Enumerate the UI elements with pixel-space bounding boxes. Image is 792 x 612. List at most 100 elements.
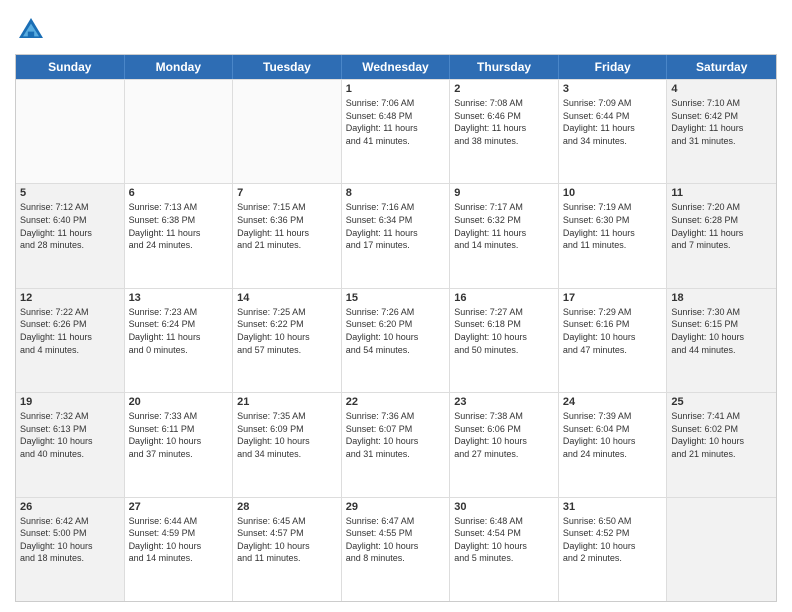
cal-cell [16,80,125,183]
cell-info: Sunrise: 7:41 AM Sunset: 6:02 PM Dayligh… [671,410,772,460]
day-number: 8 [346,187,446,199]
cal-cell: 18 Sunrise: 7:30 AM Sunset: 6:15 PM Dayli… [667,289,776,392]
day-number: 30 [454,501,554,513]
cal-cell: 5 Sunrise: 7:12 AM Sunset: 6:40 PM Daylig… [16,184,125,287]
logo [15,14,51,46]
day-number: 4 [671,83,772,95]
cell-info: Sunrise: 7:36 AM Sunset: 6:07 PM Dayligh… [346,410,446,460]
cell-info: Sunrise: 6:44 AM Sunset: 4:59 PM Dayligh… [129,515,229,565]
cell-info: Sunrise: 7:23 AM Sunset: 6:24 PM Dayligh… [129,306,229,356]
cell-info: Sunrise: 6:42 AM Sunset: 5:00 PM Dayligh… [20,515,120,565]
cal-header-monday: Monday [125,55,234,79]
cal-cell: 17 Sunrise: 7:29 AM Sunset: 6:16 PM Dayli… [559,289,668,392]
cal-cell: 27 Sunrise: 6:44 AM Sunset: 4:59 PM Dayli… [125,498,234,601]
cal-cell [233,80,342,183]
day-number: 12 [20,292,120,304]
cell-info: Sunrise: 7:30 AM Sunset: 6:15 PM Dayligh… [671,306,772,356]
cell-info: Sunrise: 6:50 AM Sunset: 4:52 PM Dayligh… [563,515,663,565]
cal-row-5: 26 Sunrise: 6:42 AM Sunset: 5:00 PM Dayli… [16,497,776,601]
calendar-body: 1 Sunrise: 7:06 AM Sunset: 6:48 PM Daylig… [16,79,776,601]
cal-header-thursday: Thursday [450,55,559,79]
cal-cell: 6 Sunrise: 7:13 AM Sunset: 6:38 PM Daylig… [125,184,234,287]
cell-info: Sunrise: 7:33 AM Sunset: 6:11 PM Dayligh… [129,410,229,460]
day-number: 21 [237,396,337,408]
cell-info: Sunrise: 7:16 AM Sunset: 6:34 PM Dayligh… [346,201,446,251]
cell-info: Sunrise: 6:48 AM Sunset: 4:54 PM Dayligh… [454,515,554,565]
day-number: 16 [454,292,554,304]
cal-cell: 24 Sunrise: 7:39 AM Sunset: 6:04 PM Dayli… [559,393,668,496]
day-number: 27 [129,501,229,513]
cal-row-3: 12 Sunrise: 7:22 AM Sunset: 6:26 PM Dayli… [16,288,776,392]
cell-info: Sunrise: 7:39 AM Sunset: 6:04 PM Dayligh… [563,410,663,460]
cal-cell: 31Sunrise: 6:50 AM Sunset: 4:52 PM Dayli… [559,498,668,601]
day-number: 26 [20,501,120,513]
day-number: 22 [346,396,446,408]
cell-info: Sunrise: 7:35 AM Sunset: 6:09 PM Dayligh… [237,410,337,460]
cal-cell: 21 Sunrise: 7:35 AM Sunset: 6:09 PM Dayli… [233,393,342,496]
day-number: 11 [671,187,772,199]
day-number: 5 [20,187,120,199]
day-number: 19 [20,396,120,408]
cell-info: Sunrise: 7:15 AM Sunset: 6:36 PM Dayligh… [237,201,337,251]
day-number: 10 [563,187,663,199]
cell-info: Sunrise: 7:06 AM Sunset: 6:48 PM Dayligh… [346,97,446,147]
cell-info: Sunrise: 7:13 AM Sunset: 6:38 PM Dayligh… [129,201,229,251]
day-number: 6 [129,187,229,199]
day-number: 9 [454,187,554,199]
cell-info: Sunrise: 7:12 AM Sunset: 6:40 PM Dayligh… [20,201,120,251]
cal-cell: 19 Sunrise: 7:32 AM Sunset: 6:13 PM Dayli… [16,393,125,496]
day-number: 24 [563,396,663,408]
cell-info: Sunrise: 7:10 AM Sunset: 6:42 PM Dayligh… [671,97,772,147]
cell-info: Sunrise: 7:08 AM Sunset: 6:46 PM Dayligh… [454,97,554,147]
cal-cell: 14Sunrise: 7:25 AM Sunset: 6:22 PM Dayli… [233,289,342,392]
day-number: 1 [346,83,446,95]
cal-header-friday: Friday [559,55,668,79]
cal-cell [125,80,234,183]
day-number: 18 [671,292,772,304]
cell-info: Sunrise: 7:25 AM Sunset: 6:22 PM Dayligh… [237,306,337,356]
header [15,10,777,46]
day-number: 29 [346,501,446,513]
cal-cell: 11 Sunrise: 7:20 AM Sunset: 6:28 PM Dayli… [667,184,776,287]
day-number: 23 [454,396,554,408]
cell-info: Sunrise: 7:27 AM Sunset: 6:18 PM Dayligh… [454,306,554,356]
cell-info: Sunrise: 7:38 AM Sunset: 6:06 PM Dayligh… [454,410,554,460]
cal-cell: 30 Sunrise: 6:48 AM Sunset: 4:54 PM Dayli… [450,498,559,601]
cal-cell: 12 Sunrise: 7:22 AM Sunset: 6:26 PM Dayli… [16,289,125,392]
day-number: 15 [346,292,446,304]
page: SundayMondayTuesdayWednesdayThursdayFrid… [0,0,792,612]
cal-cell: 16 Sunrise: 7:27 AM Sunset: 6:18 PM Dayli… [450,289,559,392]
cell-info: Sunrise: 6:47 AM Sunset: 4:55 PM Dayligh… [346,515,446,565]
cell-info: Sunrise: 7:22 AM Sunset: 6:26 PM Dayligh… [20,306,120,356]
day-number: 28 [237,501,337,513]
day-number: 13 [129,292,229,304]
cal-cell: 7 Sunrise: 7:15 AM Sunset: 6:36 PM Daylig… [233,184,342,287]
logo-icon [15,14,47,46]
cal-cell: 10Sunrise: 7:19 AM Sunset: 6:30 PM Dayli… [559,184,668,287]
cal-cell [667,498,776,601]
cell-info: Sunrise: 6:45 AM Sunset: 4:57 PM Dayligh… [237,515,337,565]
calendar: SundayMondayTuesdayWednesdayThursdayFrid… [15,54,777,602]
cell-info: Sunrise: 7:09 AM Sunset: 6:44 PM Dayligh… [563,97,663,147]
cal-cell: 25 Sunrise: 7:41 AM Sunset: 6:02 PM Dayli… [667,393,776,496]
day-number: 2 [454,83,554,95]
cal-cell: 23 Sunrise: 7:38 AM Sunset: 6:06 PM Dayli… [450,393,559,496]
day-number: 25 [671,396,772,408]
cell-info: Sunrise: 7:20 AM Sunset: 6:28 PM Dayligh… [671,201,772,251]
day-number: 3 [563,83,663,95]
cell-info: Sunrise: 7:29 AM Sunset: 6:16 PM Dayligh… [563,306,663,356]
cal-cell: 22 Sunrise: 7:36 AM Sunset: 6:07 PM Dayli… [342,393,451,496]
cal-row-4: 19 Sunrise: 7:32 AM Sunset: 6:13 PM Dayli… [16,392,776,496]
cal-cell: 2 Sunrise: 7:08 AM Sunset: 6:46 PM Daylig… [450,80,559,183]
cell-info: Sunrise: 7:26 AM Sunset: 6:20 PM Dayligh… [346,306,446,356]
cell-info: Sunrise: 7:17 AM Sunset: 6:32 PM Dayligh… [454,201,554,251]
cal-header-sunday: Sunday [16,55,125,79]
cal-cell: 29 Sunrise: 6:47 AM Sunset: 4:55 PM Dayli… [342,498,451,601]
cal-row-1: 1 Sunrise: 7:06 AM Sunset: 6:48 PM Daylig… [16,79,776,183]
day-number: 7 [237,187,337,199]
cal-cell: 4 Sunrise: 7:10 AM Sunset: 6:42 PM Daylig… [667,80,776,183]
cal-header-tuesday: Tuesday [233,55,342,79]
cal-cell: 1 Sunrise: 7:06 AM Sunset: 6:48 PM Daylig… [342,80,451,183]
cell-info: Sunrise: 7:32 AM Sunset: 6:13 PM Dayligh… [20,410,120,460]
day-number: 17 [563,292,663,304]
